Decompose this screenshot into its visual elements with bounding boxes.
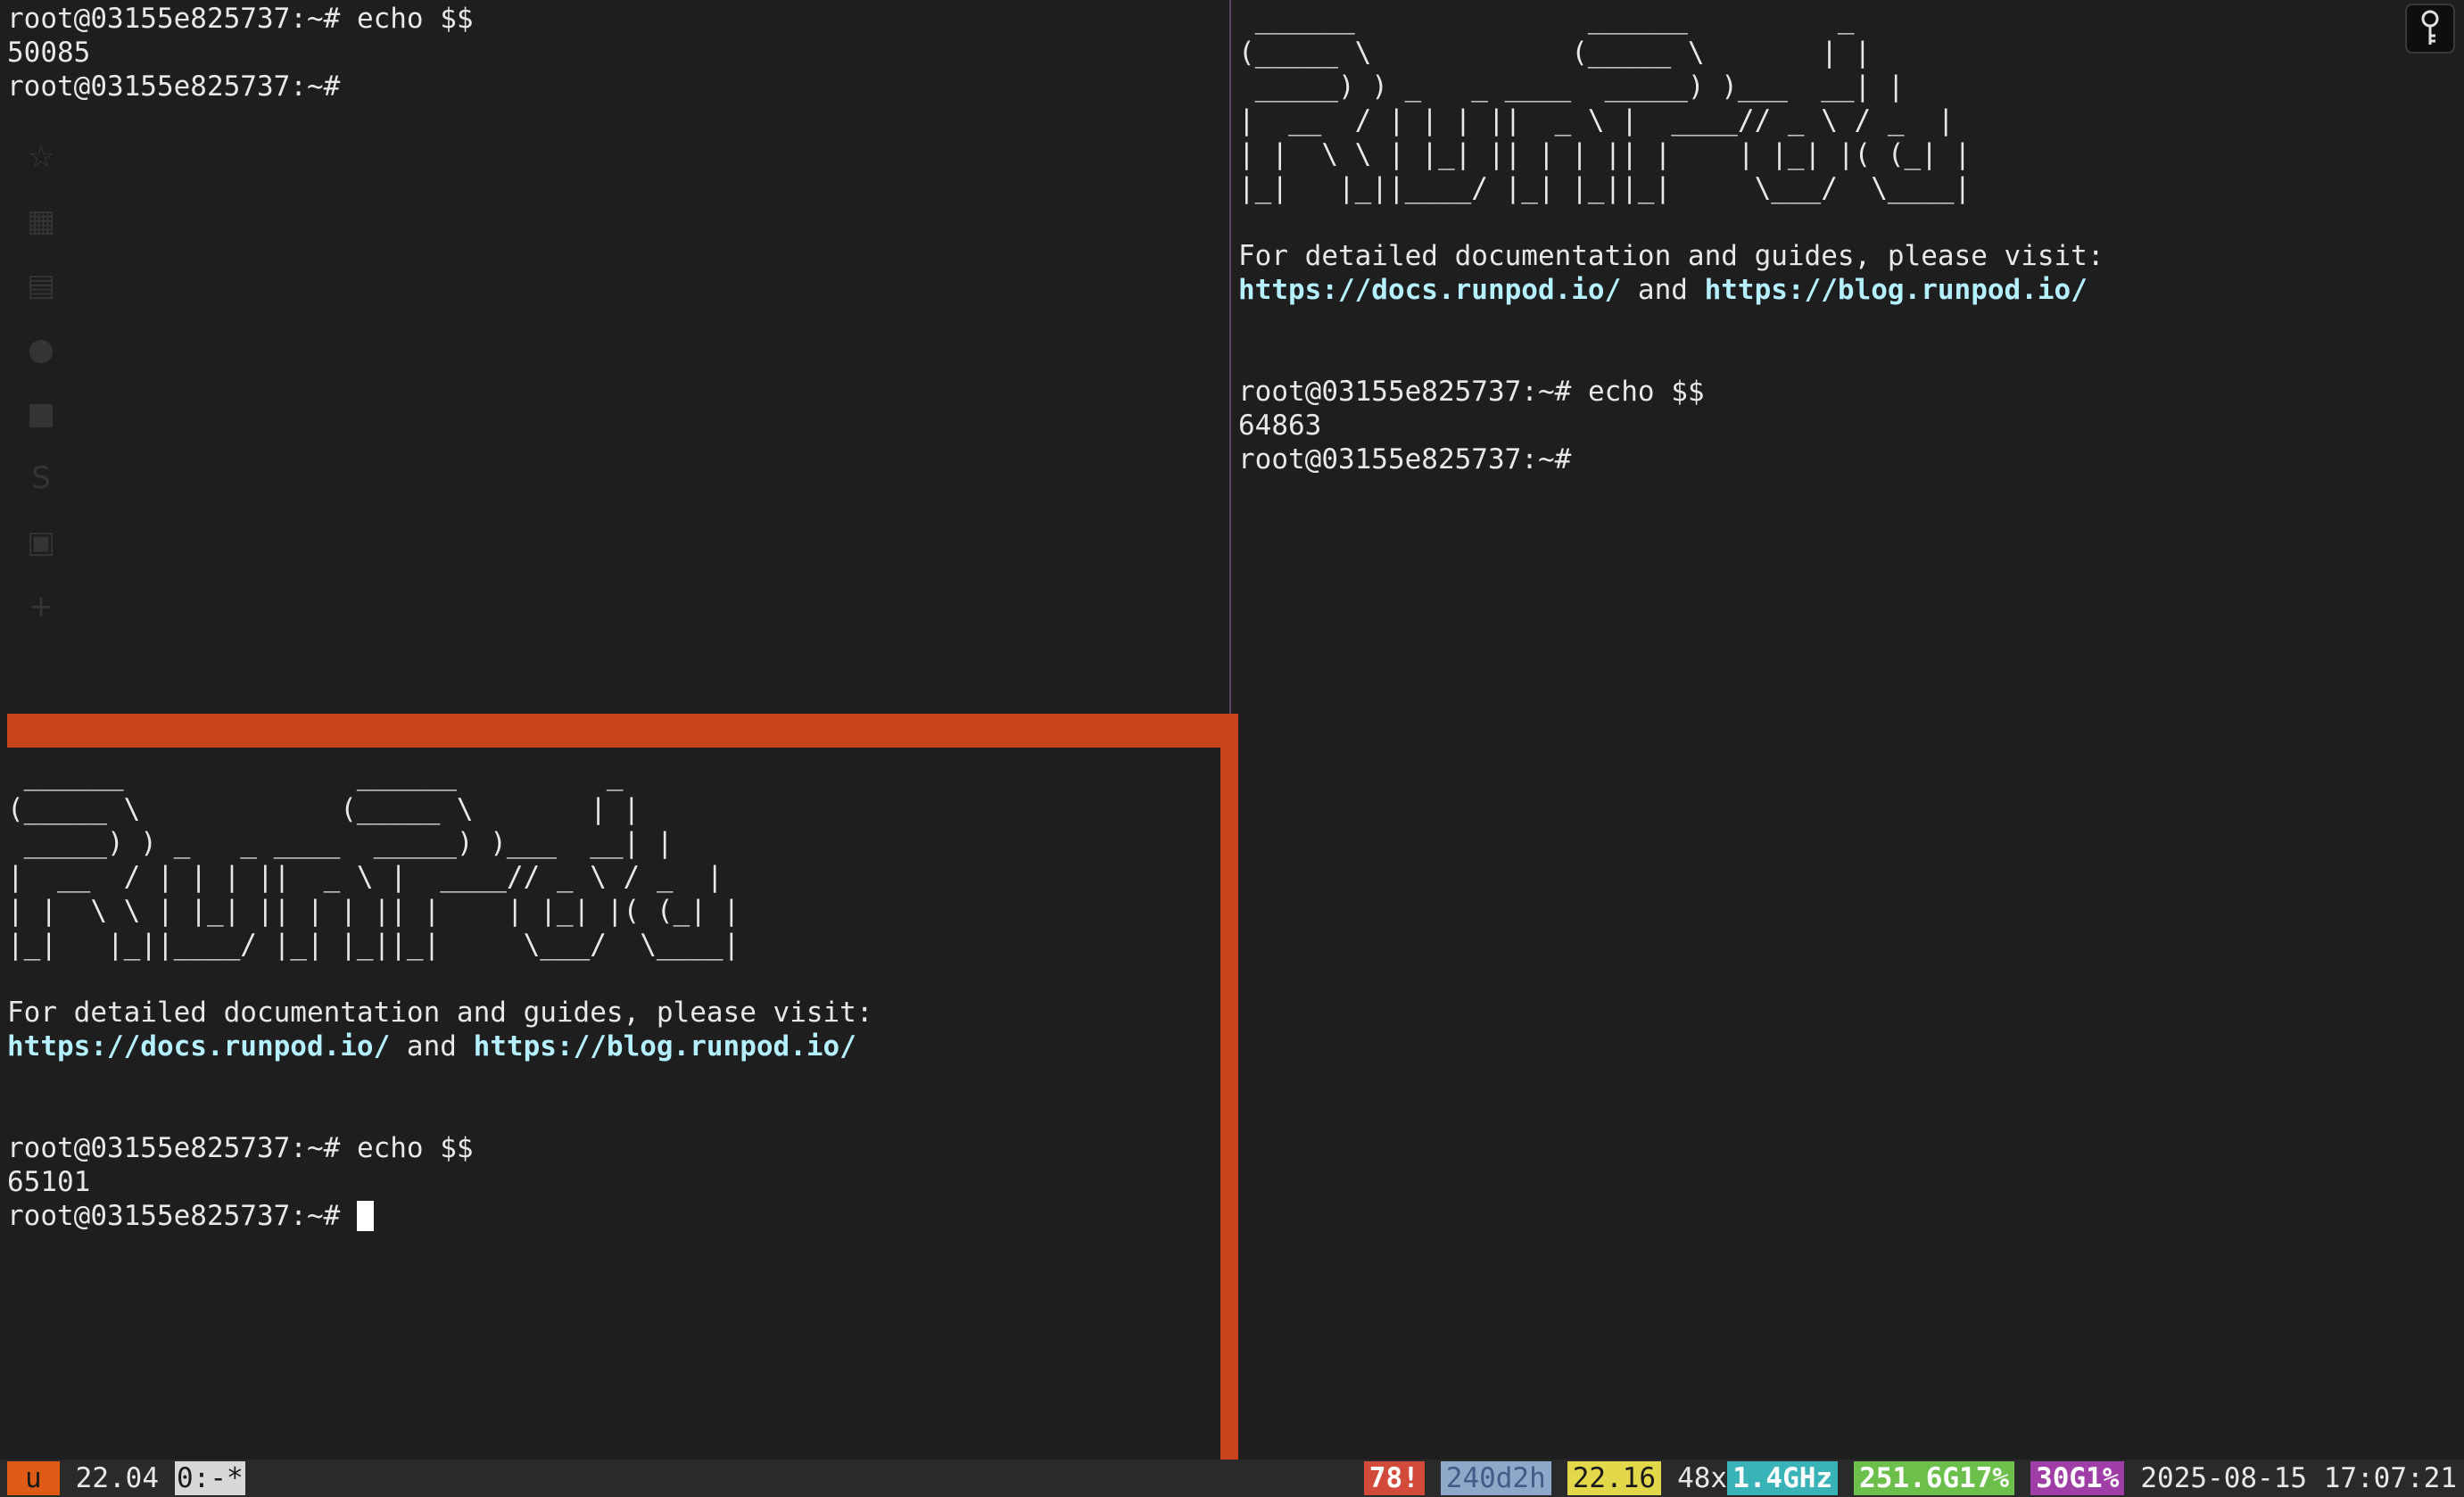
command: echo $$ bbox=[340, 3, 474, 35]
prompt: root@03155e825737:~# bbox=[7, 1200, 341, 1232]
key-icon[interactable] bbox=[2405, 4, 2455, 54]
terminal-pane-right[interactable]: ______ ______ _ (_____ \ (_____ \ | | __… bbox=[1231, 0, 2464, 1460]
load-average: 22.16 bbox=[1567, 1461, 1662, 1495]
session-indicator[interactable]: u bbox=[7, 1461, 60, 1495]
gpu-usage: 30G1% bbox=[2030, 1461, 2125, 1495]
command: echo $$ bbox=[1571, 376, 1705, 408]
runpod-ascii-banner: ______ ______ _ (_____ \ (_____ \ | | __… bbox=[7, 759, 740, 961]
command-output: 65101 bbox=[7, 1166, 91, 1198]
tmux-status-bar: u 22.04 0:-* 78! 240d2h 22.16 48x 1.4GHz… bbox=[0, 1460, 2464, 1497]
and-text: and bbox=[390, 1030, 474, 1063]
docs-message: For detailed documentation and guides, p… bbox=[1238, 240, 2104, 272]
uptime: 240d2h bbox=[1440, 1461, 1551, 1495]
os-version: 22.04 bbox=[75, 1462, 159, 1494]
command-output: 64863 bbox=[1238, 409, 1322, 442]
cpu-frequency: 1.4GHz bbox=[1727, 1461, 1839, 1495]
terminal-output-right: ______ ______ _ (_____ \ (_____ \ | | __… bbox=[1238, 2, 2104, 476]
cpu-cores: 48x bbox=[1677, 1462, 1728, 1494]
window-tab[interactable]: 0:-* bbox=[175, 1461, 245, 1495]
docs-link[interactable]: https://docs.runpod.io/ bbox=[7, 1030, 390, 1063]
date-time: 2025-08-15 17:07:21 bbox=[2140, 1462, 2457, 1494]
terminal-output-bottom-left: ______ ______ _ (_____ \ (_____ \ | | __… bbox=[7, 758, 873, 1233]
command-output: 50085 bbox=[7, 37, 91, 69]
terminal-pane-top-left[interactable]: root@03155e825737:~# echo $$ 50085 root@… bbox=[0, 0, 1229, 714]
text-cursor bbox=[356, 1201, 374, 1231]
prompt: root@03155e825737:~# bbox=[1238, 443, 1572, 476]
runpod-ascii-banner: ______ ______ _ (_____ \ (_____ \ | | __… bbox=[1238, 3, 1972, 204]
active-pane-border-right bbox=[1220, 714, 1238, 1460]
prompt: root@03155e825737:~# bbox=[7, 70, 341, 103]
command: echo $$ bbox=[340, 1132, 474, 1164]
alert-count: 78! bbox=[1363, 1461, 1425, 1495]
terminal-output-top-left: root@03155e825737:~# echo $$ 50085 root@… bbox=[7, 2, 474, 103]
key-icon-graphic bbox=[2421, 10, 2439, 45]
status-right: 78! 240d2h 22.16 48x 1.4GHz 251.6G17% 30… bbox=[1363, 1460, 2457, 1497]
prompt: root@03155e825737:~# bbox=[7, 1132, 341, 1164]
prompt: root@03155e825737:~# bbox=[1238, 376, 1572, 408]
terminal-pane-bottom-left-active[interactable]: ______ ______ _ (_____ \ (_____ \ | | __… bbox=[0, 714, 1238, 1460]
docs-message: For detailed documentation and guides, p… bbox=[7, 997, 873, 1029]
prompt: root@03155e825737:~# bbox=[7, 3, 341, 35]
and-text: and bbox=[1621, 274, 1705, 306]
docs-link[interactable]: https://docs.runpod.io/ bbox=[1238, 274, 1621, 306]
blog-link[interactable]: https://blog.runpod.io/ bbox=[1705, 274, 2088, 306]
status-left: u 22.04 0:-* bbox=[7, 1460, 245, 1497]
blog-link[interactable]: https://blog.runpod.io/ bbox=[474, 1030, 856, 1063]
active-pane-border-top bbox=[7, 714, 1238, 748]
memory-usage: 251.6G17% bbox=[1854, 1461, 2015, 1495]
